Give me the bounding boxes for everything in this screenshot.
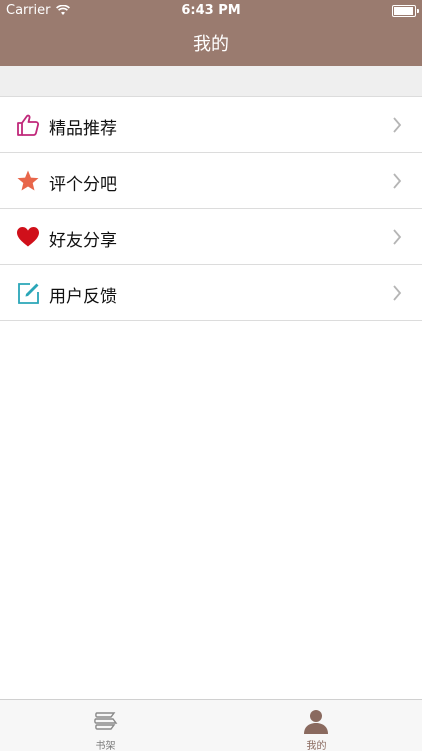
chevron-right-icon (393, 117, 402, 133)
menu-item-recommend[interactable]: 精品推荐 (0, 97, 422, 153)
chevron-right-icon (393, 173, 402, 189)
thumbs-up-icon (17, 114, 40, 136)
menu-item-share[interactable]: 好友分享 (0, 209, 422, 265)
page-title: 我的 (193, 34, 229, 55)
books-icon (94, 712, 118, 730)
chevron-right-icon (393, 229, 402, 245)
heart-icon (17, 227, 39, 247)
menu-list: 精品推荐 评个分吧 好友分享 用户反馈 (0, 96, 422, 321)
status-right (392, 5, 419, 17)
status-bar: Carrier 6:43 PM (0, 0, 422, 22)
battery-icon (392, 5, 419, 17)
tab-bar: 书架 我的 (0, 699, 422, 752)
status-time: 6:43 PM (181, 3, 241, 18)
tab-bookshelf[interactable]: 书架 (0, 700, 211, 752)
star-icon (17, 170, 39, 191)
section-spacer (0, 66, 422, 96)
navigation-bar: Carrier 6:43 PM 我的 (0, 0, 422, 66)
edit-icon (18, 283, 39, 304)
tab-mine[interactable]: 我的 (211, 700, 422, 752)
menu-item-label: 精品推荐 (49, 119, 117, 139)
menu-item-feedback[interactable]: 用户反馈 (0, 265, 422, 321)
person-icon (304, 710, 328, 734)
menu-item-rate[interactable]: 评个分吧 (0, 153, 422, 209)
menu-item-label: 评个分吧 (49, 175, 117, 195)
menu-item-label: 好友分享 (49, 231, 117, 251)
menu-item-label: 用户反馈 (49, 287, 117, 307)
chevron-right-icon (393, 285, 402, 301)
